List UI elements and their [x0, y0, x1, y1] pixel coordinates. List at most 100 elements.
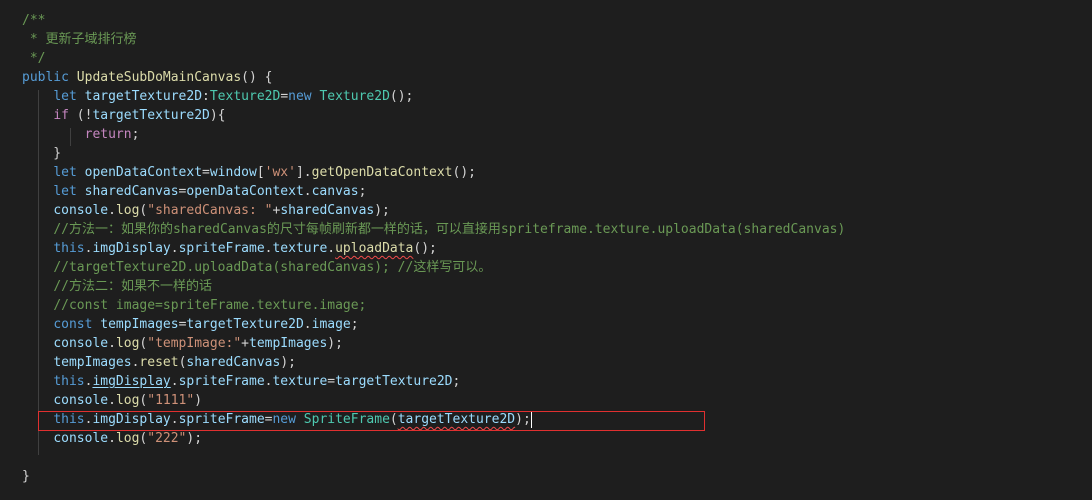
code-line[interactable]: const tempImages=targetTexture2D.image; [0, 315, 1092, 334]
code-token: ; [358, 184, 367, 199]
code-line[interactable]: * 更新子域排行榜 [0, 30, 1092, 49]
code-token: Texture2D [209, 89, 281, 104]
code-token: (! [68, 108, 93, 123]
code-token: "tempImage:" [147, 336, 242, 351]
code-token: uploadData [335, 241, 414, 256]
code-line[interactable]: //方法二：如果不一样的话 [0, 277, 1092, 296]
code-token: Texture2D [319, 89, 390, 104]
code-token: 的尺寸每帧刷新都一样的话，可以直接用 [266, 222, 501, 237]
code-token: //targetTexture2D.uploadData(sharedCanva… [53, 260, 414, 275]
code-token: "222" [147, 431, 187, 446]
code-token: window [209, 165, 257, 180]
code-token: ); [280, 355, 296, 370]
code-token: ); [327, 336, 343, 351]
code-line[interactable]: public UpdateSubDoMainCanvas() { [0, 68, 1092, 87]
code-line[interactable]: return; [0, 125, 1092, 144]
code-token: [ [256, 165, 265, 180]
code-token: () { [241, 70, 273, 85]
code-token: targetTexture2D [397, 412, 516, 427]
code-token: "sharedCanvas: " [147, 203, 273, 218]
code-token: openDataContext [84, 165, 203, 180]
code-line[interactable]: /** [0, 11, 1092, 30]
code-token: console [53, 203, 109, 218]
code-line[interactable]: console.log("tempImage:"+tempImages); [0, 334, 1092, 353]
code-token: spriteframe.texture.uploadData(sharedCan… [500, 222, 846, 237]
code-line[interactable]: } [0, 467, 1092, 486]
code-token: ); [186, 431, 203, 446]
code-token: tempImages [100, 317, 179, 332]
code-token: . [170, 241, 179, 256]
code-editor[interactable]: /** * 更新子域排行榜 */ public UpdateSubDoMainCa… [0, 0, 1092, 500]
code-token: tempImages [53, 355, 132, 370]
code-token: this [53, 241, 85, 256]
code-token: log [115, 431, 140, 446]
code-token: : [202, 89, 210, 104]
code-line[interactable]: console.log("1111") [0, 391, 1092, 410]
code-token: . [327, 241, 336, 256]
code-token: = [327, 374, 336, 389]
code-token: imgDisplay [92, 374, 171, 389]
code-lines[interactable]: /** * 更新子域排行榜 */ public UpdateSubDoMainCa… [0, 11, 1092, 486]
code-token: ); [374, 203, 390, 218]
code-token: ; [452, 374, 461, 389]
code-token: 这样写可以。 [413, 260, 492, 275]
code-line[interactable]: //方法一：如果你的sharedCanvas的尺寸每帧刷新都一样的话，可以直接用… [0, 220, 1092, 239]
code-line[interactable]: */ [0, 49, 1092, 68]
code-line[interactable]: if (!targetTexture2D){ [0, 106, 1092, 125]
code-line[interactable]: let sharedCanvas=openDataContext.canvas; [0, 182, 1092, 201]
code-token: } [22, 469, 30, 484]
code-token: . [108, 203, 116, 218]
code-token: 更新子域排行榜 [45, 32, 137, 47]
code-line[interactable]: } [0, 144, 1092, 163]
code-token: sharedCanvas [186, 355, 281, 370]
code-line[interactable]: let targetTexture2D:Texture2D=new Textur… [0, 87, 1092, 106]
code-token: targetTexture2D [186, 317, 304, 332]
code-token: */ [22, 51, 46, 66]
code-token: . [303, 184, 312, 199]
code-token: ); [515, 412, 531, 427]
code-token: targetTexture2D [92, 108, 210, 123]
code-line[interactable]: console.log("sharedCanvas: "+sharedCanva… [0, 201, 1092, 220]
code-line[interactable]: this.imgDisplay.spriteFrame.texture.uplo… [0, 239, 1092, 258]
code-token: . [108, 336, 116, 351]
code-token: sharedCanvas [172, 222, 267, 237]
code-token: = [280, 89, 289, 104]
code-token: spriteFrame [178, 374, 265, 389]
code-token: ( [389, 412, 398, 427]
code-line[interactable]: console.log("222"); [0, 429, 1092, 448]
code-line[interactable]: //const image=spriteFrame.texture.image; [0, 296, 1092, 315]
code-token: ; [350, 317, 359, 332]
code-token: spriteFrame [178, 241, 265, 256]
code-token: targetTexture2D [84, 89, 203, 104]
code-line[interactable]: tempImages.reset(sharedCanvas); [0, 353, 1092, 372]
code-token: . [303, 317, 312, 332]
code-token: sharedCanvas [84, 184, 179, 199]
code-line[interactable]: this.imgDisplay.spriteFrame=new SpriteFr… [0, 410, 1092, 429]
code-token: . [108, 393, 116, 408]
code-token: canvas [311, 184, 359, 199]
code-token: return [84, 127, 132, 142]
code-token: ]. [295, 165, 312, 180]
code-token: let [53, 165, 77, 180]
code-line[interactable] [0, 448, 1092, 467]
code-token: 方法一：如果你的 [68, 222, 173, 237]
code-line[interactable]: //targetTexture2D.uploadData(sharedCanva… [0, 258, 1092, 277]
code-token: /** [22, 13, 46, 28]
code-token: imgDisplay [92, 412, 171, 427]
code-token: UpdateSubDoMainCanvas [76, 70, 242, 85]
code-token: reset [139, 355, 179, 370]
code-line[interactable]: let openDataContext=window['wx'].getOpen… [0, 163, 1092, 182]
code-line[interactable]: this.imgDisplay.spriteFrame.texture=targ… [0, 372, 1092, 391]
